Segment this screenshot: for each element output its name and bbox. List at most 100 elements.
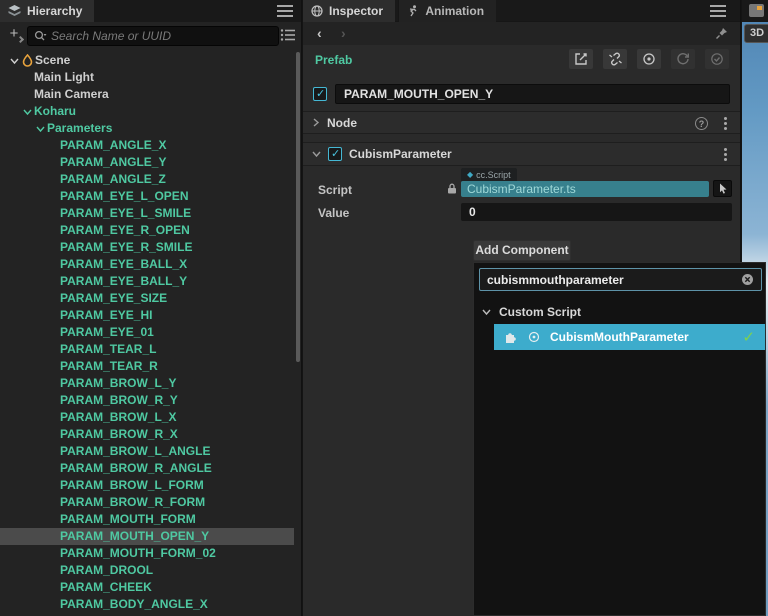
tree-item-label: PARAM_EYE_L_SMILE <box>60 206 192 220</box>
chevron-down-icon[interactable] <box>34 125 47 133</box>
chevron-down-icon[interactable] <box>8 57 21 65</box>
create-node-button[interactable]: + <box>5 26 23 44</box>
tree-item-param-brow-r-x[interactable]: PARAM_BROW_R_X <box>0 426 301 443</box>
value-input[interactable]: 0 <box>461 203 732 221</box>
tree-item-param-eye-01[interactable]: PARAM_EYE_01 <box>0 324 301 341</box>
node-section-header[interactable]: Node ? <box>303 111 740 134</box>
apply-prefab-button[interactable] <box>705 49 729 69</box>
tree-item-param-tear-l[interactable]: PARAM_TEAR_L <box>0 341 301 358</box>
custom-script-group-label: Custom Script <box>499 305 582 319</box>
scene-tabbar <box>742 0 768 22</box>
animation-icon <box>410 5 417 17</box>
tree-item-param-angle-y[interactable]: PARAM_ANGLE_Y <box>0 154 301 171</box>
tree-item-param-brow-l-y[interactable]: PARAM_BROW_L_Y <box>0 375 301 392</box>
script-asset-field[interactable]: CubismParameter.ts <box>461 181 709 197</box>
tab-animation[interactable]: Animation <box>398 0 497 22</box>
unlink-prefab-button[interactable] <box>603 49 627 69</box>
tree-item-scene[interactable]: Scene <box>0 52 301 69</box>
component-section-header[interactable]: CubismParameter <box>303 142 740 166</box>
node-active-checkbox[interactable] <box>313 87 327 101</box>
tree-item-label: Main Camera <box>34 87 109 101</box>
tree-item-param-eye-hi[interactable]: PARAM_EYE_HI <box>0 307 301 324</box>
node-menu-icon[interactable] <box>724 115 728 132</box>
tree-item-param-eye-l-open[interactable]: PARAM_EYE_L_OPEN <box>0 188 301 205</box>
prefab-buttons <box>569 49 729 69</box>
tree-item-param-mouth-form[interactable]: PARAM_MOUTH_FORM <box>0 511 301 528</box>
tree-item-main light[interactable]: Main Light <box>0 69 301 86</box>
tree-item-param-eye-l-smile[interactable]: PARAM_EYE_L_SMILE <box>0 205 301 222</box>
tree-item-param-eye-r-smile[interactable]: PARAM_EYE_R_SMILE <box>0 239 301 256</box>
locate-component-icon[interactable] <box>528 331 540 343</box>
tree-item-label: PARAM_BROW_R_Y <box>60 393 178 407</box>
tree-item-label: PARAM_EYE_BALL_Y <box>60 274 188 288</box>
node-name-input[interactable]: PARAM_MOUTH_OPEN_Y <box>335 84 730 104</box>
tree-item-label: PARAM_DROOL <box>60 563 154 577</box>
prefab-label: Prefab <box>315 53 353 67</box>
edit-prefab-button[interactable] <box>569 49 593 69</box>
expand-list-icon[interactable] <box>280 28 296 42</box>
hierarchy-toolbar: + Search Name or UUID <box>0 24 301 48</box>
component-search-input[interactable]: cubismmouthparameter <box>479 268 762 291</box>
hierarchy-menu-icon[interactable] <box>277 5 293 17</box>
component-result-item[interactable]: CubismMouthParameter ✓ <box>494 324 765 350</box>
tree-item-koharu[interactable]: Koharu <box>0 103 301 120</box>
tab-hierarchy-label: Hierarchy <box>27 4 83 18</box>
tree-item-param-eye-r-open[interactable]: PARAM_EYE_R_OPEN <box>0 222 301 239</box>
component-search-value: cubismmouthparameter <box>487 272 624 287</box>
tab-hierarchy[interactable]: Hierarchy <box>0 0 95 22</box>
tree-item-param-brow-l-form[interactable]: PARAM_BROW_L_FORM <box>0 477 301 494</box>
scene-tab-icon[interactable] <box>749 4 764 17</box>
tree-item-label: PARAM_ANGLE_Z <box>60 172 166 186</box>
tree-item-param-eye-ball-x[interactable]: PARAM_EYE_BALL_X <box>0 256 301 273</box>
script-label: Script <box>318 183 353 197</box>
scene-icon <box>21 54 35 67</box>
tree-item-label: PARAM_BROW_R_ANGLE <box>60 461 212 475</box>
inspector-navrow: ‹ › <box>303 22 740 45</box>
tree-item-param-brow-r-angle[interactable]: PARAM_BROW_R_ANGLE <box>0 460 301 477</box>
tree-item-param-brow-r-form[interactable]: PARAM_BROW_R_FORM <box>0 494 301 511</box>
chevron-down-icon[interactable] <box>21 108 34 116</box>
tree-item-label: PARAM_BROW_L_X <box>60 410 177 424</box>
tree-item-param-drool[interactable]: PARAM_DROOL <box>0 562 301 579</box>
component-result-label: CubismMouthParameter <box>550 330 689 344</box>
locate-script-button[interactable] <box>713 180 732 197</box>
hierarchy-search-input[interactable]: Search Name or UUID <box>27 26 279 46</box>
node-name-row: PARAM_MOUTH_OPEN_Y <box>313 84 730 104</box>
search-icon <box>34 30 47 41</box>
revert-prefab-button[interactable] <box>671 49 695 69</box>
history-back-icon[interactable]: ‹ <box>317 25 322 41</box>
tree-item-parameters[interactable]: Parameters <box>0 120 301 137</box>
history-forward-icon[interactable]: › <box>341 25 346 41</box>
tree-item-param-cheek[interactable]: PARAM_CHEEK <box>0 579 301 596</box>
tree-item-param-angle-x[interactable]: PARAM_ANGLE_X <box>0 137 301 154</box>
help-icon[interactable]: ? <box>695 117 708 130</box>
clear-search-icon[interactable] <box>741 273 754 286</box>
tree-item-param-brow-r-y[interactable]: PARAM_BROW_R_Y <box>0 392 301 409</box>
tree-item-param-body-angle-x[interactable]: PARAM_BODY_ANGLE_X <box>0 596 301 613</box>
tree-item-label: Scene <box>35 53 71 67</box>
component-menu-icon[interactable] <box>724 146 728 163</box>
custom-script-group[interactable]: Custom Script <box>482 305 581 319</box>
tree-item-param-mouth-open-y[interactable]: PARAM_MOUTH_OPEN_Y <box>0 528 294 545</box>
tree-item-label: PARAM_BROW_L_Y <box>60 376 177 390</box>
tree-item-param-tear-r[interactable]: PARAM_TEAR_R <box>0 358 301 375</box>
hierarchy-scrollbar[interactable] <box>296 52 300 362</box>
tree-item-param-eye-ball-y[interactable]: PARAM_EYE_BALL_Y <box>0 273 301 290</box>
tree-item-param-brow-l-x[interactable]: PARAM_BROW_L_X <box>0 409 301 426</box>
chevron-down-icon <box>482 309 491 316</box>
locate-prefab-button[interactable] <box>637 49 661 69</box>
pin-icon[interactable] <box>715 27 728 40</box>
lock-icon <box>448 183 456 194</box>
add-component-button[interactable]: Add Component <box>473 240 571 261</box>
view-mode-3d-button[interactable]: 3D <box>744 24 768 43</box>
tree-item-label: Main Light <box>34 70 94 84</box>
tree-item-param-eye-size[interactable]: PARAM_EYE_SIZE <box>0 290 301 307</box>
tree-item-param-brow-l-angle[interactable]: PARAM_BROW_L_ANGLE <box>0 443 301 460</box>
tree-item-param-angle-z[interactable]: PARAM_ANGLE_Z <box>0 171 301 188</box>
component-section-label: CubismParameter <box>349 147 452 161</box>
tree-item-main camera[interactable]: Main Camera <box>0 86 301 103</box>
tab-inspector[interactable]: Inspector <box>303 0 396 22</box>
inspector-menu-icon[interactable] <box>710 5 726 17</box>
tree-item-param-mouth-form-02[interactable]: PARAM_MOUTH_FORM_02 <box>0 545 301 562</box>
component-enabled-checkbox[interactable] <box>328 147 342 161</box>
